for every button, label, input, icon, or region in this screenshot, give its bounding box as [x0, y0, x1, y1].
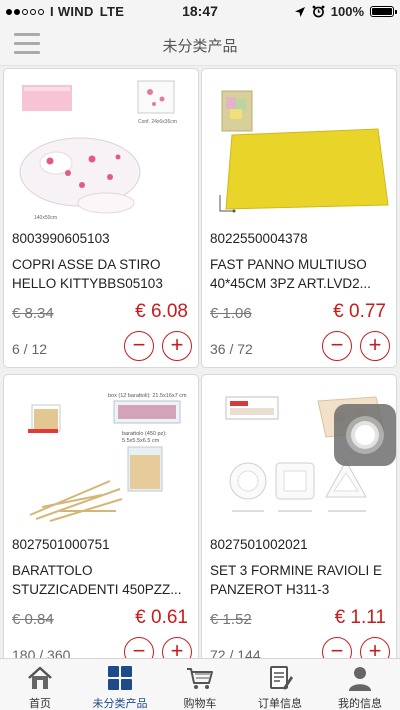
decrease-quantity-button[interactable]: −: [322, 331, 352, 361]
image-caption: Conf. 24x6x36cm: [138, 119, 177, 125]
tab-uncategorized-products[interactable]: 未分类产品: [80, 659, 160, 710]
alarm-icon: [312, 5, 325, 18]
tab-bar: 首页 未分类产品 购物车 订单信息 我的信息: [0, 658, 400, 710]
assistive-touch-button[interactable]: [334, 404, 396, 466]
product-name: BARATTOLO STUZZICADENTI 450PZZ...: [12, 561, 196, 599]
tab-cart[interactable]: 购物车: [160, 659, 240, 710]
old-price: € 8.34: [12, 305, 54, 322]
product-name: FAST PANNO MULTIUSO 40*45CM 3PZ ART.LVD2…: [210, 255, 394, 293]
product-name: COPRI ASSE DA STIRO HELLO KITTYBBS05103: [12, 255, 196, 293]
battery-icon: [370, 6, 397, 17]
stock-count: 6 / 12: [12, 341, 48, 357]
tab-label: 未分类产品: [92, 698, 148, 710]
order-icon: [270, 666, 293, 690]
tab-label: 首页: [29, 698, 51, 710]
tab-label: 我的信息: [338, 698, 382, 710]
product-name: SET 3 FORMINE RAVIOLI E PANZEROT H311-3: [210, 561, 394, 599]
image-caption: barattolo (450 pz):: [122, 431, 167, 437]
product-grid[interactable]: Conf. 24x6x36cm 140x50cm 8003990605103 C…: [0, 66, 400, 658]
product-name-line: FAST PANNO MULTIUSO: [210, 257, 367, 272]
new-price: € 1.11: [334, 607, 386, 628]
image-caption: 140x50cm: [34, 215, 57, 221]
product-name-line: COPRI ASSE DA STIRO: [12, 257, 161, 272]
old-price: € 1.52: [210, 611, 252, 628]
product-name-line: PANZEROT H311-3: [210, 582, 330, 597]
decrease-quantity-button[interactable]: −: [124, 331, 154, 361]
product-card[interactable]: box (12 barattoli): 21.5x16x7 cm baratto…: [3, 374, 199, 658]
decrease-quantity-button[interactable]: −: [124, 637, 154, 658]
product-name-line: BARATTOLO: [12, 563, 93, 578]
tab-home[interactable]: 首页: [0, 659, 80, 710]
increase-quantity-button[interactable]: +: [162, 331, 192, 361]
product-name-line: 40*45CM 3PZ ART.LVD2...: [210, 276, 371, 291]
new-price: € 0.61: [135, 607, 188, 628]
product-code: 8003990605103: [12, 231, 110, 246]
image-caption: box (12 barattoli): 21.5x16x7 cm: [108, 393, 187, 399]
product-name-line: STUZZICADENTI 450PZZ...: [12, 582, 182, 597]
decrease-quantity-button[interactable]: −: [322, 637, 352, 658]
app-header: 未分类产品: [0, 22, 400, 66]
cart-icon: [187, 668, 213, 689]
battery-percent: 100%: [330, 4, 364, 19]
status-bar: I WIND LTE 18:47 100%: [0, 0, 400, 22]
product-code: 8027501002021: [210, 537, 308, 552]
location-icon: [294, 6, 305, 17]
product-card[interactable]: Conf. 24x6x36cm 140x50cm 8003990605103 C…: [3, 68, 199, 368]
stock-count: 72 / 144: [210, 647, 261, 658]
user-icon: [349, 667, 371, 691]
product-code: 8027501000751: [12, 537, 110, 552]
page-title: 未分类产品: [162, 38, 238, 55]
product-image: box (12 barattoli): 21.5x16x7 cm baratto…: [10, 383, 194, 533]
old-price: € 0.84: [12, 611, 54, 628]
stock-count: 180 / 360: [12, 647, 71, 658]
increase-quantity-button[interactable]: +: [360, 331, 390, 361]
product-code: 8022550004378: [210, 231, 308, 246]
new-price: € 0.77: [333, 301, 386, 322]
increase-quantity-button[interactable]: +: [162, 637, 192, 658]
tab-label: 订单信息: [258, 698, 302, 710]
product-card[interactable]: 8022550004378 FAST PANNO MULTIUSO 40*45C…: [201, 68, 397, 368]
product-name-line: SET 3 FORMINE RAVIOLI E: [210, 563, 383, 578]
stock-count: 36 / 72: [210, 341, 253, 357]
tab-label: 购物车: [183, 698, 217, 710]
increase-quantity-button[interactable]: +: [360, 637, 390, 658]
image-caption: 5.5x5.5x6.5 cm: [122, 438, 160, 444]
home-icon: [28, 666, 52, 689]
status-right: 100%: [294, 4, 397, 19]
old-price: € 1.06: [210, 305, 252, 322]
tab-orders[interactable]: 订单信息: [240, 659, 320, 710]
new-price: € 6.08: [135, 301, 188, 322]
tab-my-info[interactable]: 我的信息: [320, 659, 400, 710]
product-image: Conf. 24x6x36cm 140x50cm: [10, 77, 194, 227]
product-name-line: HELLO KITTYBBS05103: [12, 276, 163, 291]
product-image: [208, 77, 392, 227]
grid-icon: [108, 666, 132, 690]
